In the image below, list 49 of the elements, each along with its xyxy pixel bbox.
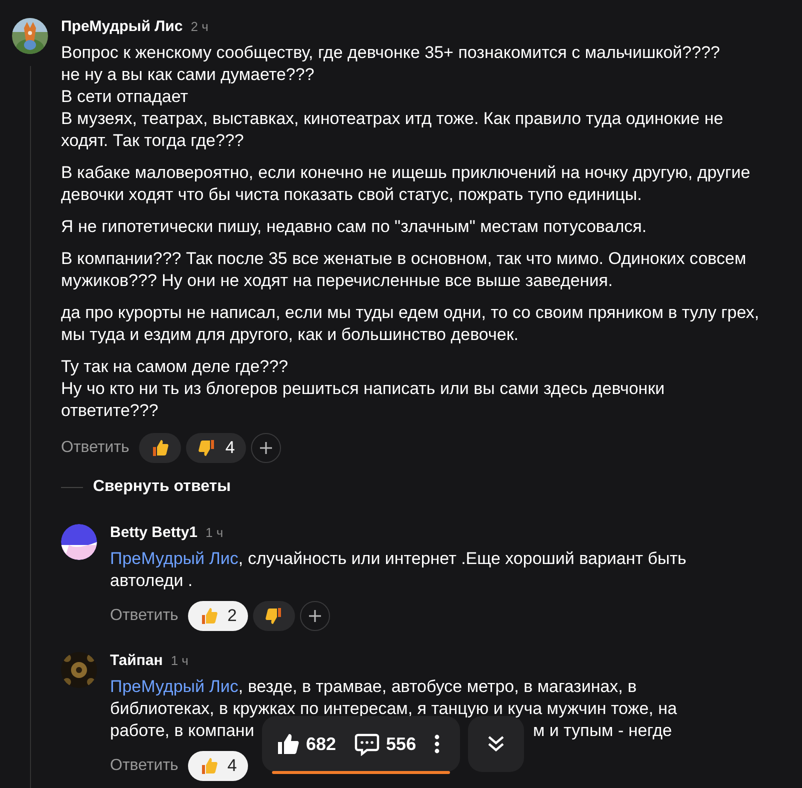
comment-time: 2 ч xyxy=(190,19,208,34)
comment-time: 1 ч xyxy=(170,653,188,668)
comment-text: Вопрос к женскому сообществу, где девчонке 35+ познакомится с мальчишкой???? xyxy=(61,42,721,64)
comment-text: , случайность или интернет .Еще хороший вариант быть xyxy=(238,549,686,568)
comment-text: м и тупым - негде xyxy=(533,720,672,742)
comment-text: Ту так на самом деле где??? xyxy=(61,356,290,378)
mention-link[interactable]: ПреМудрый Лис xyxy=(110,549,238,568)
thumbs-up-icon xyxy=(199,756,220,776)
comment-text: Я не гипотетически пишу, недавно сам по "злачным" местам потусовался. xyxy=(61,216,648,238)
comment-text: не ну а вы как сами думаете??? xyxy=(61,64,316,86)
like-reaction-button[interactable]: 4 xyxy=(188,751,248,781)
author-name[interactable]: ПреМудрый Лис xyxy=(61,18,183,35)
comment-text: библиотеках, в кружках по интересам, я танцую и куча мужчин тоже, на xyxy=(110,699,677,718)
thumbs-down-icon xyxy=(264,606,284,626)
comment-text: , везде, в трамвае, автобусе метро, в магазинах, в xyxy=(238,677,637,696)
double-chevron-down-icon xyxy=(486,734,506,754)
comment-text: В компании??? Так после 35 все женатые в основном, так что мимо. Одиноких совсем мужиков??? Ну они не ходят на перечисленные все выше заведения. xyxy=(61,248,748,292)
scroll-down-button[interactable] xyxy=(468,716,524,772)
plus-icon xyxy=(308,609,322,623)
comment-text: автоледи . xyxy=(110,571,193,590)
thumbs-up-icon xyxy=(150,438,170,458)
more-options-icon[interactable] xyxy=(434,734,440,754)
like-reaction-button[interactable]: 2 xyxy=(188,601,248,631)
like-button[interactable]: 682 xyxy=(276,732,336,756)
reply-link[interactable]: Ответить xyxy=(61,439,130,457)
comment-text: В сети отпадает xyxy=(61,86,190,108)
comment-text: да про курорты не написал, если мы туды едем одни, то со своим пряником в тулу грех, мы туда и ездим для другого, как и большинство девочек. xyxy=(61,302,760,346)
comment-text: В кабаке маловероятно, если конечно не ищешь приключений на ночку другую, другие девочки ходят что бы чиста показать свой статус, пожрать тупо единицы. xyxy=(61,162,752,206)
comment-text: работе, в компани xyxy=(110,720,254,742)
thumbs-up-icon xyxy=(276,732,300,756)
comments-button[interactable]: 556 xyxy=(354,732,416,756)
mention-link[interactable]: ПреМудрый Лис xyxy=(110,677,238,696)
reply-link[interactable]: Ответить xyxy=(110,757,178,775)
comment-text: Ну чо кто ни ть из блогеров решиться написать или вы сами здесь девчонки ответите??? xyxy=(61,378,666,422)
add-reaction-button[interactable] xyxy=(300,601,330,631)
collapse-replies-link[interactable]: Свернуть ответы xyxy=(93,478,231,496)
add-reaction-button[interactable] xyxy=(250,433,281,463)
comment-icon xyxy=(354,732,380,756)
thumbs-up-icon xyxy=(199,606,220,626)
author-name[interactable]: Betty Betty1 xyxy=(110,524,198,541)
like-reaction-button[interactable] xyxy=(139,433,182,463)
author-name[interactable]: Тайпан xyxy=(110,652,163,669)
reply-link[interactable]: Ответить xyxy=(110,607,178,625)
dislike-reaction-button[interactable]: 4 xyxy=(186,433,246,463)
dislike-reaction-button[interactable] xyxy=(252,601,295,631)
avatar-icon xyxy=(61,524,97,560)
plus-icon xyxy=(258,441,273,455)
comment-text: В музеях, театрах, выставках, кинотеатрах итд тоже. Как правило туда одинокие не ходят. Так тогда где??? xyxy=(61,108,724,152)
comment-time: 1 ч xyxy=(206,525,224,540)
